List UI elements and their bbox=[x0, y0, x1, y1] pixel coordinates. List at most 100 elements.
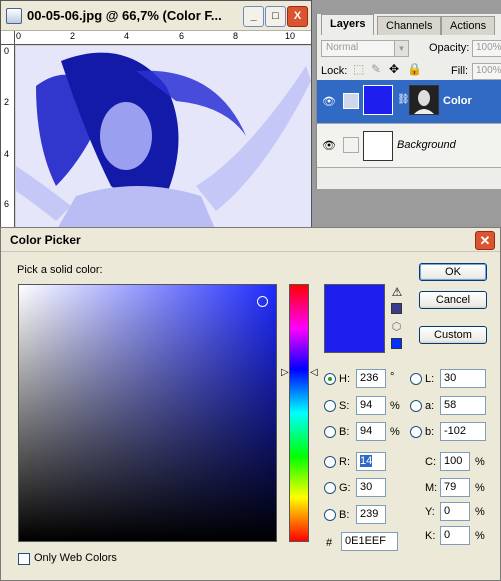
ruler-mark: 8 bbox=[233, 31, 239, 41]
opacity-field[interactable]: 100% bbox=[472, 40, 501, 57]
h-input[interactable]: 236 bbox=[356, 369, 386, 388]
layers-panel: Layers Channels Actions Normal ▼ Opacity… bbox=[316, 14, 501, 189]
label-brightness: B: bbox=[339, 426, 350, 438]
hue-slider-left-arrow[interactable]: ▷ bbox=[281, 367, 289, 378]
color-selector-ring[interactable] bbox=[257, 296, 268, 307]
brightness-input[interactable]: 94 bbox=[356, 422, 386, 441]
photo-woman-blue-tint bbox=[16, 46, 311, 231]
web-safe-color-swatch[interactable] bbox=[391, 338, 402, 349]
layer-link-slot[interactable] bbox=[343, 137, 359, 153]
l-input[interactable]: 30 bbox=[440, 369, 486, 388]
hex-input[interactable]: 0E1EEF bbox=[341, 532, 398, 551]
ok-button[interactable]: OK bbox=[419, 263, 487, 281]
lock-all-icon[interactable]: 🔒 bbox=[407, 62, 422, 76]
lock-brush-icon[interactable]: ✎ bbox=[371, 62, 381, 76]
label-y: Y: bbox=[425, 506, 435, 518]
radio-b-lab[interactable] bbox=[410, 426, 422, 438]
label-g: G: bbox=[339, 482, 351, 494]
adjustment-icon bbox=[343, 93, 359, 109]
b-lab-input[interactable]: -102 bbox=[440, 422, 486, 441]
unit-percent: % bbox=[390, 426, 400, 438]
label-h: H: bbox=[339, 373, 350, 385]
m-input[interactable]: 79 bbox=[440, 478, 470, 497]
pick-label: Pick a solid color: bbox=[17, 264, 103, 276]
unit-percent: % bbox=[475, 530, 485, 542]
ruler-corner bbox=[1, 31, 15, 45]
ruler-mark: 0 bbox=[16, 31, 22, 41]
r-input-selection: 14 bbox=[360, 455, 373, 467]
maximize-button[interactable]: □ bbox=[265, 6, 286, 27]
label-s: S: bbox=[339, 400, 350, 412]
layer-mask-thumbnail bbox=[409, 85, 439, 115]
radio-a[interactable] bbox=[410, 400, 422, 412]
lock-transparency-icon[interactable]: ⬚ bbox=[353, 62, 364, 76]
checkbox-box[interactable] bbox=[18, 553, 30, 565]
color-field[interactable] bbox=[18, 284, 277, 542]
only-web-colors-label: Only Web Colors bbox=[34, 552, 117, 564]
cancel-button[interactable]: Cancel bbox=[419, 291, 487, 309]
web-safe-cube-icon[interactable]: ⬡ bbox=[390, 321, 403, 334]
g-input[interactable]: 30 bbox=[356, 478, 386, 497]
r-input[interactable]: 14 bbox=[356, 452, 386, 471]
tab-layers[interactable]: Layers bbox=[321, 14, 375, 35]
radio-blue[interactable] bbox=[324, 509, 336, 521]
tab-actions[interactable]: Actions bbox=[441, 16, 496, 35]
eye-icon[interactable]: 👁 bbox=[321, 94, 337, 110]
hue-slider-right-arrow[interactable]: ◁ bbox=[310, 367, 318, 378]
eye-icon[interactable]: 👁 bbox=[321, 138, 337, 154]
unit-degree: ° bbox=[390, 371, 395, 383]
close-button[interactable]: X bbox=[287, 6, 308, 27]
custom-button[interactable]: Custom bbox=[419, 326, 487, 344]
unit-percent: % bbox=[475, 456, 485, 468]
dialog-title-bar[interactable]: Color Picker bbox=[1, 228, 500, 252]
chevron-down-icon: ▼ bbox=[394, 41, 408, 56]
c-input[interactable]: 100 bbox=[440, 452, 470, 471]
label-c: C: bbox=[425, 456, 436, 468]
radio-brightness[interactable] bbox=[324, 426, 336, 438]
ruler-horizontal[interactable]: 0 2 4 6 8 10 bbox=[15, 31, 311, 45]
fill-label: Fill: bbox=[451, 65, 469, 77]
blend-mode-select[interactable]: Normal ▼ bbox=[321, 40, 409, 57]
canvas-photo[interactable] bbox=[16, 46, 311, 231]
blue-input[interactable]: 239 bbox=[356, 505, 386, 524]
radio-s[interactable] bbox=[324, 400, 336, 412]
ruler-mark: 2 bbox=[70, 31, 76, 41]
blend-mode-value: Normal bbox=[326, 42, 359, 53]
s-input[interactable]: 94 bbox=[356, 396, 386, 415]
tab-channels[interactable]: Channels bbox=[377, 16, 442, 35]
ruler-mark: 10 bbox=[285, 31, 296, 41]
radio-h[interactable] bbox=[324, 373, 336, 385]
link-icon: ⛓ bbox=[397, 94, 410, 105]
layer-row-color[interactable]: 👁 ⛓ Color bbox=[317, 80, 501, 124]
label-m: M: bbox=[425, 482, 438, 494]
label-b-lab: b: bbox=[425, 426, 435, 438]
label-k: K: bbox=[425, 530, 436, 542]
lock-label: Lock: bbox=[321, 65, 348, 77]
radio-g[interactable] bbox=[324, 482, 336, 494]
color-picker-dialog: Color Picker ✕ Pick a solid color: ▷ ◁ ⚠… bbox=[0, 227, 501, 581]
hue-slider[interactable] bbox=[289, 284, 309, 542]
ruler-mark: 2 bbox=[4, 97, 10, 107]
label-r: R: bbox=[339, 456, 350, 468]
hex-label: # bbox=[326, 537, 333, 549]
a-input[interactable]: 58 bbox=[440, 396, 486, 415]
fill-field[interactable]: 100% bbox=[472, 63, 501, 80]
radio-r[interactable] bbox=[324, 456, 336, 468]
document-window: 00-05-06.jpg @ 66,7% (Color F... _ □ X 0… bbox=[0, 0, 312, 231]
k-input[interactable]: 0 bbox=[440, 526, 470, 545]
document-title-bar[interactable]: 00-05-06.jpg @ 66,7% (Color F... _ □ X bbox=[1, 1, 311, 31]
close-button[interactable]: ✕ bbox=[475, 231, 495, 250]
minimize-button[interactable]: _ bbox=[243, 6, 264, 27]
label-blue: B: bbox=[339, 509, 350, 521]
y-input[interactable]: 0 bbox=[440, 502, 470, 521]
ruler-vertical[interactable]: 0 2 4 6 bbox=[1, 31, 15, 231]
layer-row-background[interactable]: 👁 Background bbox=[317, 124, 501, 168]
gamut-color-swatch[interactable] bbox=[391, 303, 402, 314]
gamut-warning-icon[interactable]: ⚠ bbox=[390, 285, 404, 299]
unit-percent: % bbox=[475, 506, 485, 518]
new-color-swatch bbox=[324, 284, 385, 353]
document-icon bbox=[6, 8, 22, 24]
lock-move-icon[interactable]: ✥ bbox=[389, 62, 399, 76]
document-title: 00-05-06.jpg @ 66,7% (Color F... bbox=[27, 8, 222, 23]
radio-l[interactable] bbox=[410, 373, 422, 385]
